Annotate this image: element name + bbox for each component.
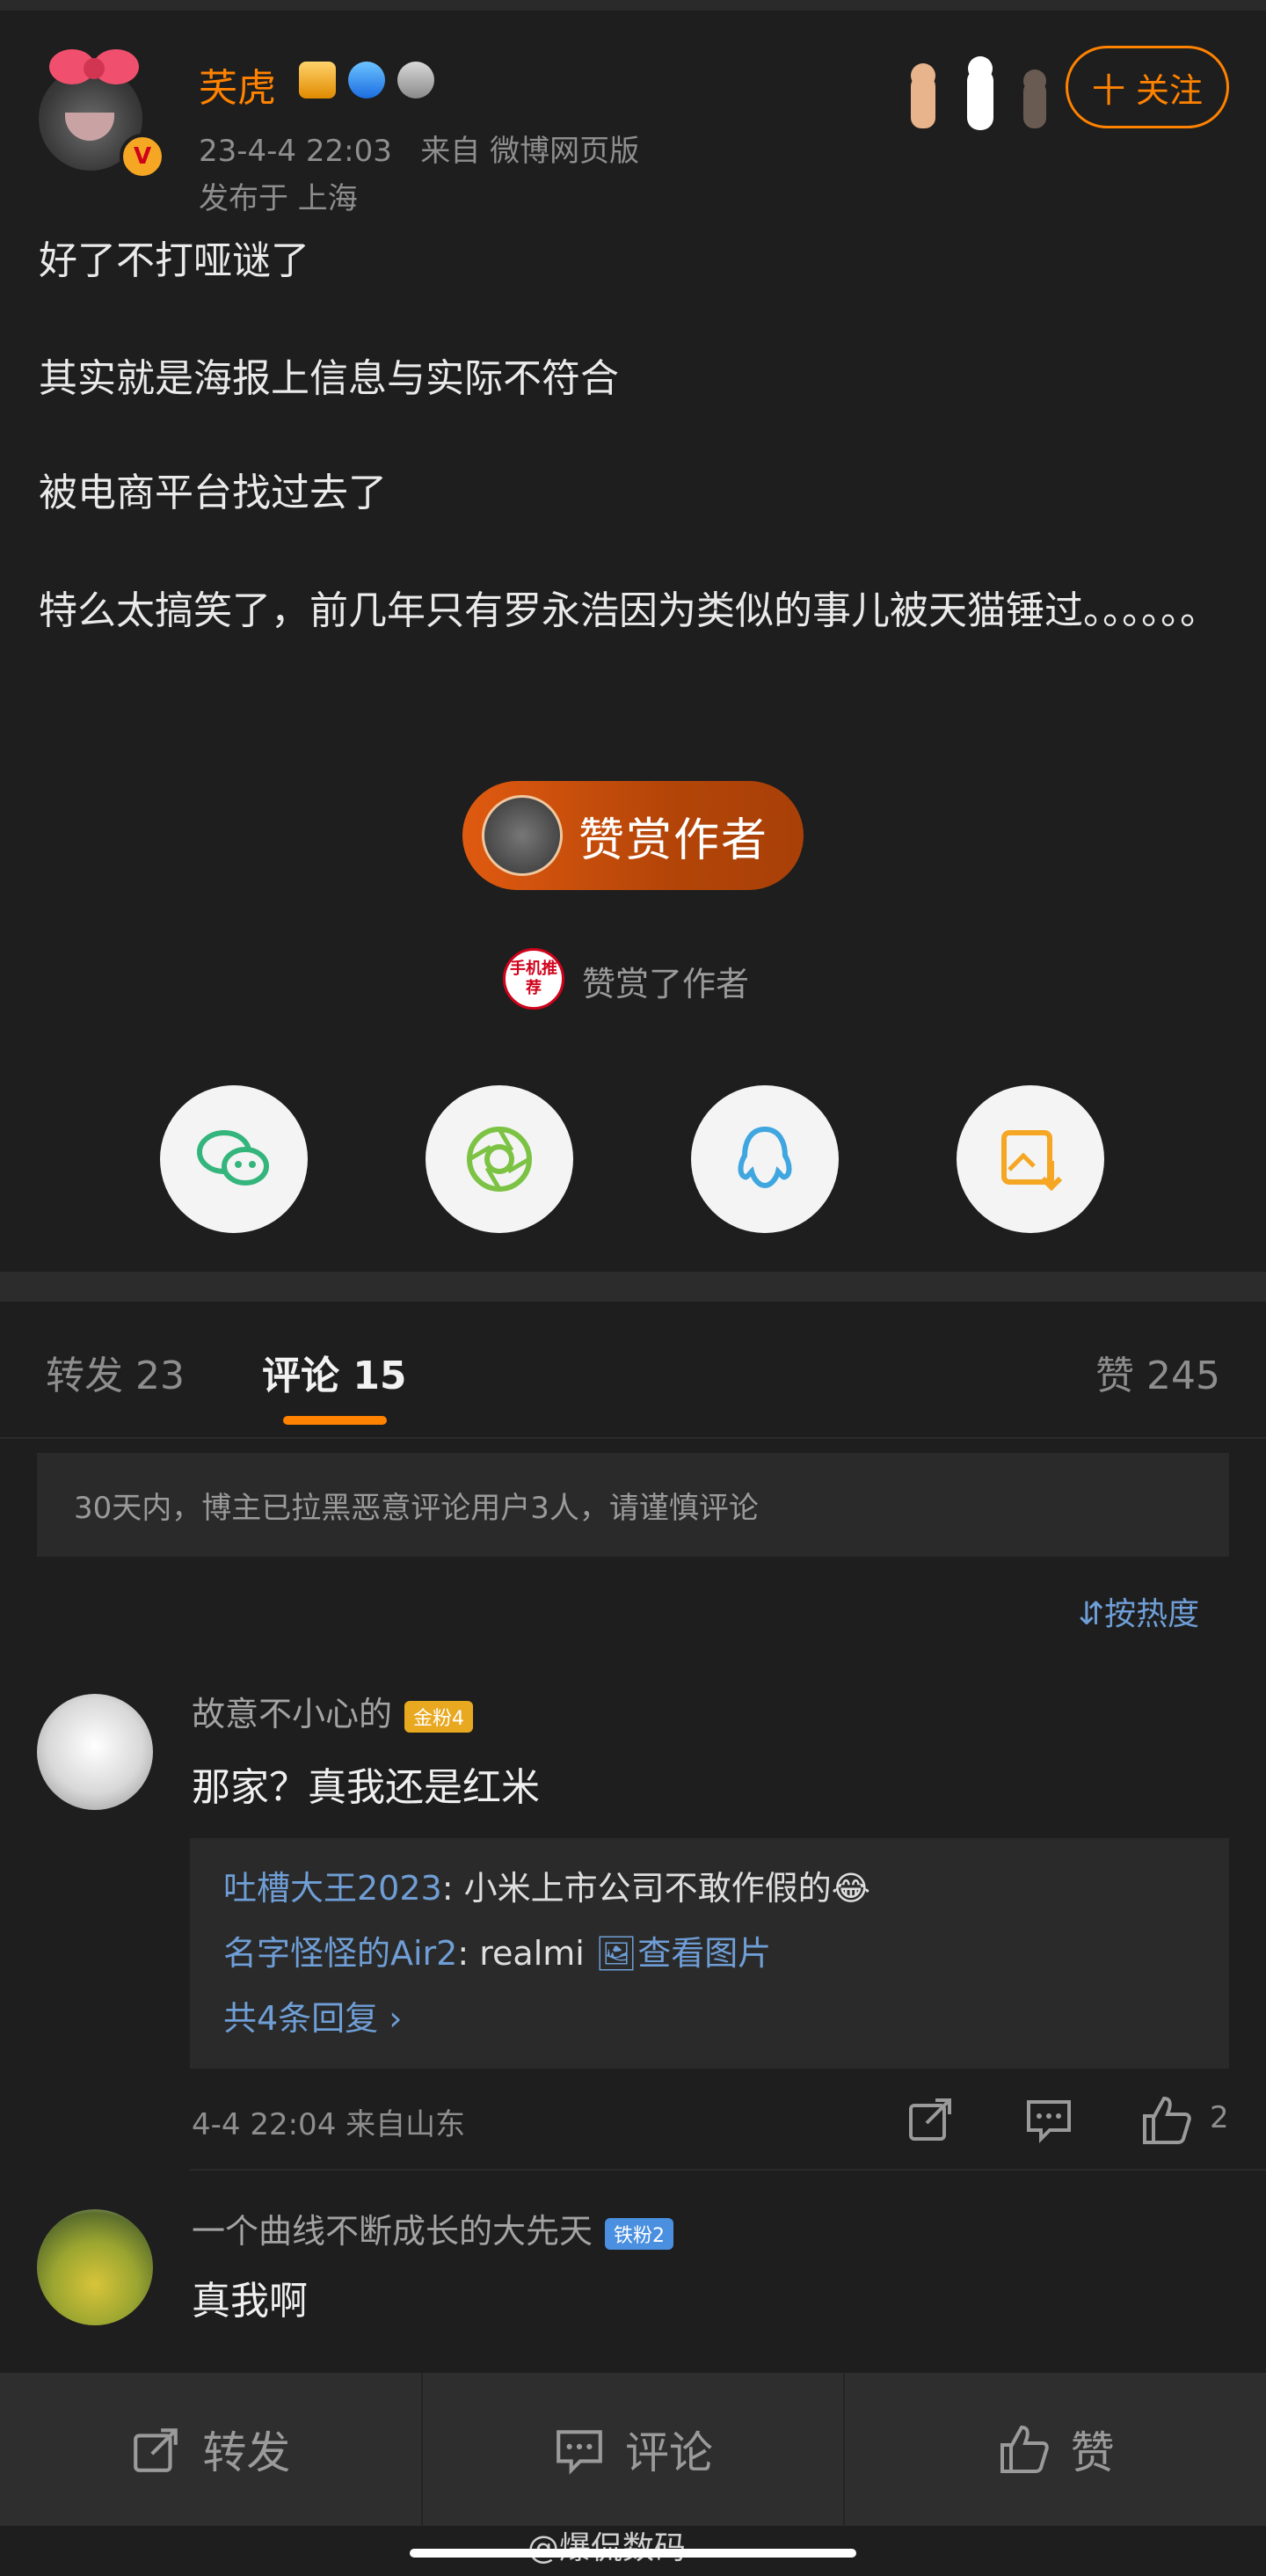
save-image-icon — [1001, 1130, 1063, 1192]
diamond-badge-icon[interactable] — [348, 62, 385, 99]
comment-label: 评论 — [625, 2427, 713, 2478]
comment-text: 真我啊 — [192, 2279, 308, 2324]
post-paragraph: 被电商平台找过去了 — [39, 471, 387, 515]
verified-icon: V — [120, 134, 165, 179]
post-time: 23-4-4 22:03 — [199, 134, 392, 169]
comment-like-count: 2 — [1210, 2100, 1229, 2135]
tab-repost[interactable]: 转发 23 — [46, 1344, 185, 1400]
author-name[interactable]: 芺虎 — [199, 56, 276, 113]
comment-icon — [557, 2430, 602, 2475]
author-badges — [299, 62, 434, 99]
image-icon: 🖼 — [594, 1934, 638, 1973]
reply-user[interactable]: 名字怪怪的Air2 — [223, 1934, 457, 1973]
section-divider — [0, 1272, 1266, 1302]
wechat-icon — [197, 1130, 269, 1186]
more-replies-link[interactable]: 共4条回复 › — [223, 1986, 1229, 2051]
tab-comment[interactable]: 评论 15 — [262, 1344, 407, 1400]
commenter-name[interactable]: 故意不小心的 金粉4 — [192, 1687, 474, 1735]
reward-author-button[interactable]: 赞赏作者 — [462, 781, 804, 890]
bow-icon — [49, 49, 139, 84]
repost-comment-icon[interactable] — [906, 2093, 957, 2144]
bottom-action-bar: 转发 评论 赞 — [0, 2373, 1266, 2526]
home-indicator[interactable] — [410, 2549, 856, 2558]
like-icon — [1000, 2425, 1049, 2473]
sort-label: 按热度 — [1104, 1596, 1200, 1632]
rewarded-text: 赞赏了作者 — [582, 965, 750, 1003]
share-moments-button[interactable] — [426, 1085, 573, 1233]
like-label: 赞 — [1070, 2427, 1115, 2478]
post-paragraph: 好了不打哑谜了 — [39, 238, 309, 283]
moments-icon — [467, 1127, 532, 1192]
qq-icon — [738, 1126, 792, 1189]
reply-text: 小米上市公司不敢作假的😂 — [463, 1869, 871, 1908]
repost-label: 转发 — [202, 2427, 291, 2478]
status-strip — [0, 0, 1266, 11]
reward-label: 赞赏作者 — [578, 814, 769, 867]
fan-badge: 金粉4 — [404, 1700, 474, 1733]
like-comment-icon[interactable] — [1139, 2093, 1194, 2148]
post-source: 来自 微博网页版 — [420, 134, 640, 169]
fan-badge: 铁粉2 — [605, 2217, 674, 2250]
post-meta: 23-4-4 22:03 来自 微博网页版 — [199, 127, 639, 170]
commenter-name-text: 故意不小心的 — [192, 1695, 393, 1733]
comment-time-location: 4-4 22:04 来自山东 — [192, 2107, 466, 2142]
sort-toggle[interactable]: ⇵按热度 — [1078, 1588, 1199, 1634]
reward-avatar — [482, 795, 563, 876]
reply-comment-icon[interactable] — [1023, 2093, 1074, 2144]
comment-text: 那家？真我还是红米 — [192, 1765, 540, 1810]
commenter-avatar[interactable] — [37, 2209, 153, 2325]
commenter-avatar[interactable] — [37, 1694, 153, 1810]
commenter-name-text: 一个曲线不断成长的大先天 — [192, 2212, 593, 2251]
reply-item: 名字怪怪的Air2: realmi 🖼查看图片 — [223, 1934, 772, 1973]
active-tab-indicator — [283, 1416, 387, 1425]
repost-button[interactable]: 转发 — [0, 2373, 423, 2526]
watermark: @爆侃数码 — [528, 2522, 686, 2568]
reply-user[interactable]: 吐槽大王2023 — [223, 1869, 442, 1908]
comment-notice: 30天内，博主已拉黑恶意评论用户3人，请谨慎评论 — [37, 1453, 1229, 1557]
post-location: 发布于 上海 — [199, 181, 358, 216]
comment-divider — [190, 2169, 1266, 2171]
post-paragraph: 特么太搞笑了，前几年只有罗永浩因为类似的事儿被天猫锤过。。。。。。 — [39, 588, 1219, 633]
post-paragraph: 其实就是海报上信息与实际不符合 — [39, 356, 619, 401]
comment-button[interactable]: 评论 — [423, 2373, 846, 2526]
view-image-label: 查看图片 — [637, 1934, 772, 1973]
paw-decoration-icon — [911, 56, 1046, 130]
share-wechat-button[interactable] — [160, 1085, 308, 1233]
sort-icon: ⇵ — [1078, 1596, 1105, 1632]
view-image-link[interactable]: 🖼查看图片 — [595, 1934, 771, 1973]
chevron-right-icon: › — [389, 1999, 403, 2038]
tab-divider — [0, 1437, 1266, 1439]
reply-preview[interactable]: 吐槽大王2023: 小米上市公司不敢作假的😂 名字怪怪的Air2: realmi… — [190, 1838, 1229, 2069]
share-qq-button[interactable] — [691, 1085, 839, 1233]
tab-like[interactable]: 赞 245 — [1095, 1344, 1220, 1400]
medal-badge-icon[interactable] — [397, 62, 434, 99]
repost-icon — [134, 2428, 178, 2472]
crown-badge-icon[interactable] — [299, 62, 336, 99]
commenter-name[interactable]: 一个曲线不断成长的大先天 铁粉2 — [192, 2204, 674, 2252]
more-replies-label: 共4条回复 — [223, 1999, 379, 2038]
reply-item: 吐槽大王2023: 小米上市公司不敢作假的😂 — [223, 1869, 871, 1908]
follow-button[interactable]: 十 关注 — [1066, 46, 1229, 128]
save-image-button[interactable] — [957, 1085, 1104, 1233]
avatar-mouth — [65, 113, 114, 141]
like-button[interactable]: 赞 — [845, 2373, 1266, 2526]
reply-text: realmi — [479, 1934, 585, 1973]
rewarder-avatar[interactable]: 手机推荐 — [503, 948, 564, 1010]
